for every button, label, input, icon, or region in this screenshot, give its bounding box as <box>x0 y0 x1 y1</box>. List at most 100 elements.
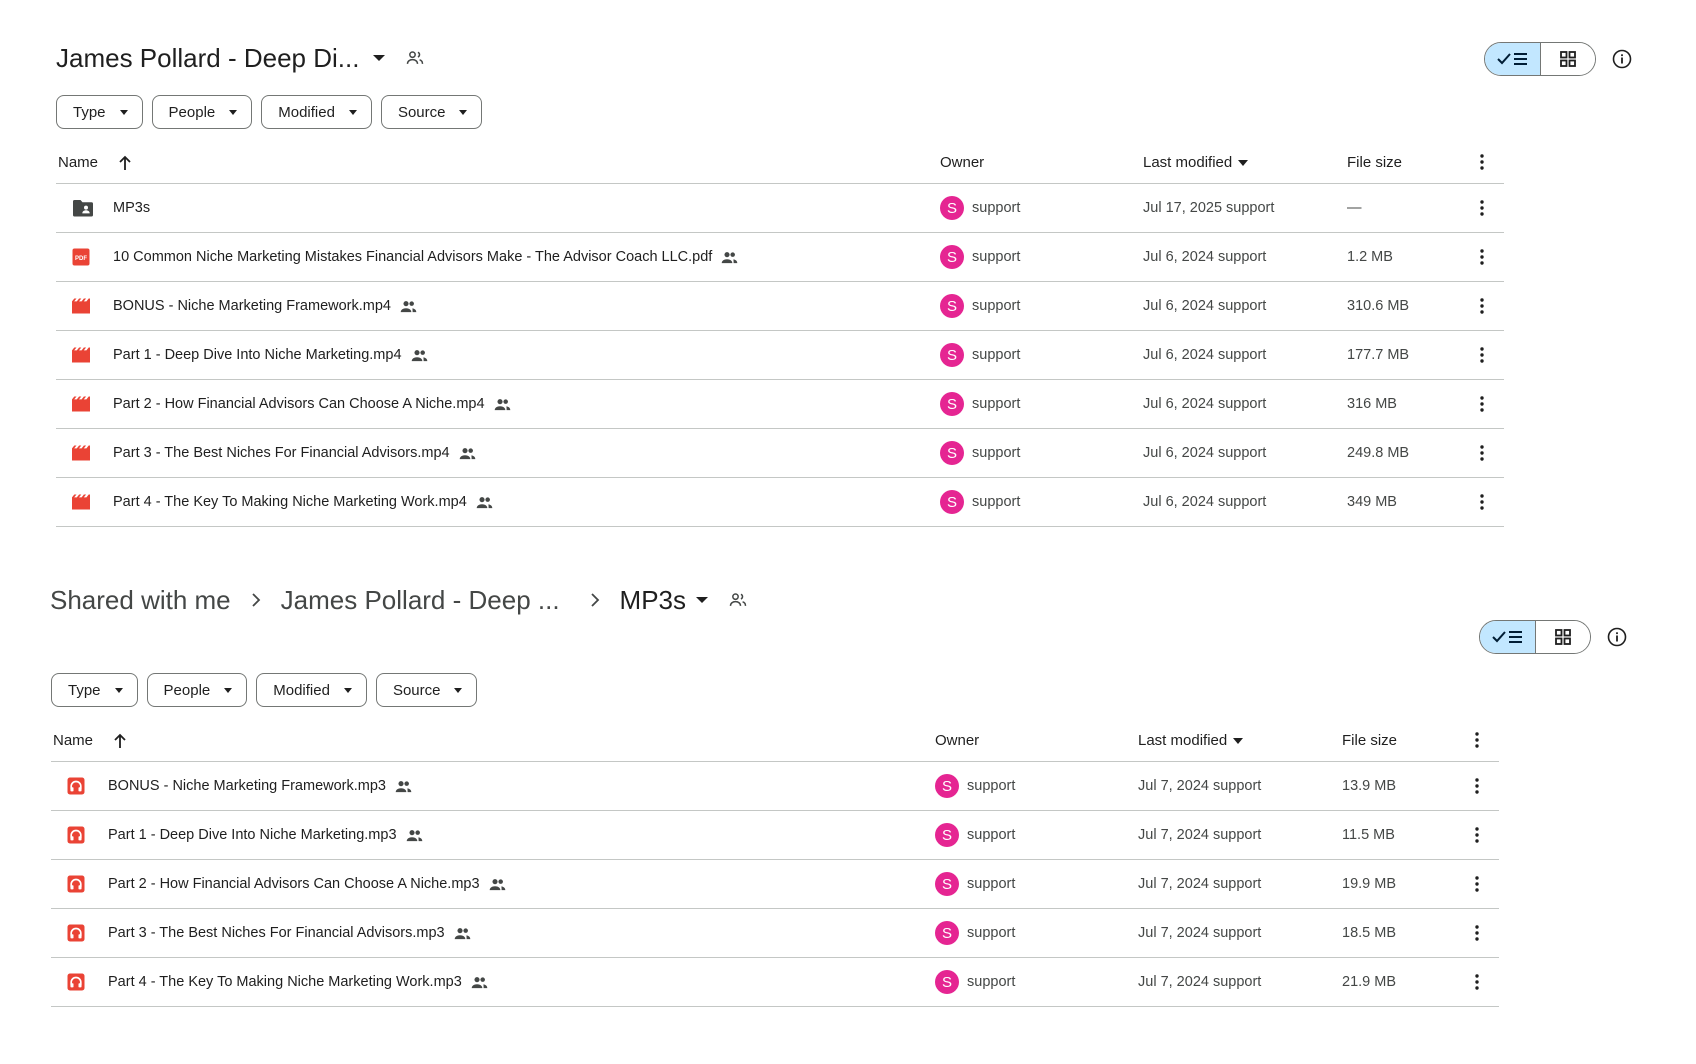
info-icon[interactable] <box>1605 625 1629 649</box>
caret-down-icon <box>454 687 463 693</box>
breadcrumb-shared-with-me[interactable]: Shared with me <box>50 585 231 616</box>
filter-type[interactable]: Type <box>51 673 138 707</box>
owner-cell: Ssupport <box>940 478 1020 526</box>
more-actions-icon[interactable] <box>1480 331 1484 379</box>
more-actions-icon[interactable] <box>1480 184 1484 232</box>
more-actions-icon[interactable] <box>1480 478 1484 526</box>
avatar[interactable]: S <box>940 196 964 220</box>
sort-ascending-icon[interactable] <box>118 155 132 171</box>
avatar[interactable]: S <box>940 343 964 367</box>
file-name-cell[interactable]: BONUS - Niche Marketing Framework.mp3 <box>108 762 412 810</box>
list-view-button[interactable] <box>1485 43 1541 75</box>
table-row[interactable]: Part 3 - The Best Niches For Financial A… <box>51 909 1499 958</box>
last-modified: Jul 7, 2024 support <box>1138 827 1262 843</box>
table-row[interactable]: MP3s Ssupport Jul 17, 2025 support — <box>56 184 1504 233</box>
more-actions-icon[interactable] <box>1480 282 1484 330</box>
file-name-cell[interactable]: Part 2 - How Financial Advisors Can Choo… <box>113 380 511 428</box>
sort-ascending-icon[interactable] <box>113 733 127 749</box>
more-actions-icon[interactable] <box>1475 811 1479 859</box>
avatar[interactable]: S <box>935 872 959 896</box>
filter-source[interactable]: Source <box>380 95 483 129</box>
grid-view-button[interactable] <box>1541 43 1595 75</box>
avatar[interactable]: S <box>940 245 964 269</box>
breadcrumb-parent-folder[interactable]: James Pollard - Deep ... <box>281 585 560 616</box>
more-options-icon[interactable] <box>1480 154 1484 170</box>
file-name-cell[interactable]: Part 3 - The Best Niches For Financial A… <box>108 909 471 957</box>
file-name-cell[interactable]: Part 4 - The Key To Making Niche Marketi… <box>108 958 488 1006</box>
breadcrumb-current-folder[interactable]: MP3s <box>620 585 686 616</box>
audio-icon <box>67 860 85 908</box>
avatar[interactable]: S <box>940 441 964 465</box>
filter-type[interactable]: Type <box>56 95 143 129</box>
more-actions-icon[interactable] <box>1480 380 1484 428</box>
column-name[interactable]: Name <box>53 732 127 749</box>
info-icon[interactable] <box>1610 47 1634 71</box>
column-owner-label: Owner <box>940 154 985 171</box>
table-row[interactable]: Part 2 - How Financial Advisors Can Choo… <box>56 380 1504 429</box>
avatar[interactable]: S <box>935 823 959 847</box>
file-name: Part 1 - Deep Dive Into Niche Marketing.… <box>108 827 397 843</box>
column-file-size[interactable]: File size <box>1347 154 1402 171</box>
column-last-modified[interactable]: Last modified <box>1143 154 1249 171</box>
table-header: Name Owner Last modified File size <box>56 144 1504 184</box>
file-name-cell[interactable]: 10 Common Niche Marketing Mistakes Finan… <box>113 233 738 281</box>
more-actions-icon[interactable] <box>1475 958 1479 1006</box>
table-row[interactable]: PDF 10 Common Niche Marketing Mistakes Fi… <box>56 233 1504 282</box>
filter-modified[interactable]: Modified <box>261 95 372 129</box>
file-name-cell[interactable]: Part 4 - The Key To Making Niche Marketi… <box>113 478 493 526</box>
file-name-cell[interactable]: Part 1 - Deep Dive Into Niche Marketing.… <box>113 331 428 379</box>
avatar[interactable]: S <box>940 490 964 514</box>
file-name-cell[interactable]: MP3s <box>113 184 150 232</box>
table-row[interactable]: Part 2 - How Financial Advisors Can Choo… <box>51 860 1499 909</box>
file-size: 19.9 MB <box>1342 876 1396 892</box>
filter-bar: Type People Modified Source <box>56 95 483 129</box>
column-name[interactable]: Name <box>58 154 132 171</box>
file-name-cell[interactable]: Part 2 - How Financial Advisors Can Choo… <box>108 860 506 908</box>
avatar[interactable]: S <box>935 774 959 798</box>
filter-modified[interactable]: Modified <box>256 673 367 707</box>
table-row[interactable]: Part 1 - Deep Dive Into Niche Marketing.… <box>51 811 1499 860</box>
avatar[interactable]: S <box>940 294 964 318</box>
filter-source[interactable]: Source <box>375 673 478 707</box>
more-actions-icon[interactable] <box>1475 860 1479 908</box>
more-actions-icon[interactable] <box>1475 909 1479 957</box>
filter-people[interactable]: People <box>151 95 253 129</box>
more-actions-icon[interactable] <box>1480 429 1484 477</box>
more-options-icon[interactable] <box>1475 732 1479 748</box>
column-file-size[interactable]: File size <box>1342 732 1397 749</box>
chevron-down-icon[interactable] <box>696 597 709 603</box>
table-row[interactable]: BONUS - Niche Marketing Framework.mp3 Ssu… <box>51 762 1499 811</box>
column-last-modified[interactable]: Last modified <box>1138 732 1244 749</box>
file-size: 13.9 MB <box>1342 778 1396 794</box>
avatar[interactable]: S <box>935 921 959 945</box>
table-row[interactable]: Part 3 - The Best Niches For Financial A… <box>56 429 1504 478</box>
more-actions-icon[interactable] <box>1475 762 1479 810</box>
shared-folder-icon <box>72 184 94 232</box>
shared-people-icon <box>405 48 425 68</box>
grid-view-button[interactable] <box>1536 621 1590 653</box>
folder-title[interactable]: James Pollard - Deep Di... <box>56 43 359 74</box>
table-row[interactable]: Part 4 - The Key To Making Niche Marketi… <box>51 958 1499 1007</box>
last-modified: Jul 7, 2024 support <box>1138 925 1262 941</box>
list-view-button[interactable] <box>1480 621 1536 653</box>
column-owner[interactable]: Owner <box>935 732 979 749</box>
video-icon <box>72 429 90 477</box>
chevron-down-icon[interactable] <box>373 55 386 61</box>
shared-people-icon <box>728 590 748 610</box>
owner-name: support <box>972 249 1021 265</box>
more-actions-icon[interactable] <box>1480 233 1484 281</box>
file-name-cell[interactable]: Part 3 - The Best Niches For Financial A… <box>113 429 476 477</box>
caret-down-icon <box>459 109 468 115</box>
table-row[interactable]: BONUS - Niche Marketing Framework.mp4 Ssu… <box>56 282 1504 331</box>
last-modified: Jul 6, 2024 support <box>1143 298 1267 314</box>
avatar[interactable]: S <box>935 970 959 994</box>
file-name-cell[interactable]: BONUS - Niche Marketing Framework.mp4 <box>113 282 417 330</box>
table-row[interactable]: Part 4 - The Key To Making Niche Marketi… <box>56 478 1504 527</box>
chevron-right-icon <box>590 592 600 608</box>
file-name: Part 1 - Deep Dive Into Niche Marketing.… <box>113 347 402 363</box>
file-name-cell[interactable]: Part 1 - Deep Dive Into Niche Marketing.… <box>108 811 423 859</box>
column-owner[interactable]: Owner <box>940 154 984 171</box>
avatar[interactable]: S <box>940 392 964 416</box>
filter-people[interactable]: People <box>146 673 248 707</box>
table-row[interactable]: Part 1 - Deep Dive Into Niche Marketing.… <box>56 331 1504 380</box>
